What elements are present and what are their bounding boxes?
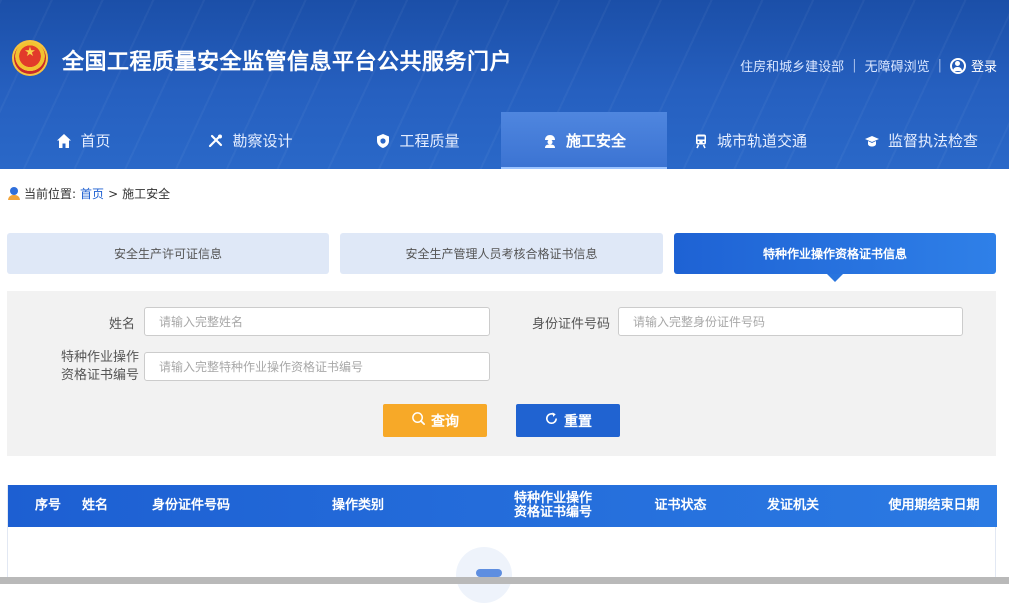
breadcrumb-home-link[interactable]: 首页 [80,185,104,202]
nav-item-construction-safety[interactable]: 施工安全 [501,112,667,169]
query-button[interactable]: 查询 [383,404,487,437]
reset-button-label: 重置 [564,413,592,430]
column-header-index: 序号 [34,498,61,513]
empty-data-illustration [446,545,516,603]
site-header: 全国工程质量安全监管信息平台公共服务门户 住房和城乡建设部 | 无障碍浏览 | … [0,0,1009,169]
certificate-label-line1: 特种作业操作 [60,350,139,365]
column-header-certificate-number: 特种作业操作 资格证书编号 [503,485,603,527]
location-person-icon [8,186,20,201]
link-separator: | [937,58,942,73]
certificate-tabs: 安全生产许可证信息 安全生产管理人员考核合格证书信息 特种作业操作资格证书信息 [7,233,996,282]
refresh-icon [544,411,559,430]
nav-item-label: 监督执法检查 [887,132,978,150]
ministry-link[interactable]: 住房和城乡建设部 [740,56,844,75]
tab-manager-certificate[interactable]: 安全生产管理人员考核合格证书信息 [340,233,663,274]
column-header-issuer: 发证机关 [766,498,819,513]
search-icon [411,411,426,430]
query-button-label: 查询 [431,413,459,430]
shield-icon [375,133,391,149]
tab-special-operation-certificate[interactable]: 特种作业操作资格证书信息 [674,233,996,282]
id-number-input[interactable] [618,307,963,336]
breadcrumb-current: 施工安全 [122,187,171,201]
nav-item-label: 施工安全 [565,132,626,150]
nav-item-rail-transit[interactable]: 城市轨道交通 [667,112,833,169]
id-number-label: 身份证件号码 [531,317,610,332]
nav-item-label: 工程质量 [399,132,460,150]
home-icon [56,133,72,149]
results-table: 序号 姓名 身份证件号码 操作类别 特种作业操作 资格证书编号 证书状态 发证机… [7,485,997,603]
breadcrumb-arrow: > [108,186,119,201]
nav-item-survey-design[interactable]: 勘察设计 [167,112,334,169]
worker-icon [542,133,558,149]
inspector-icon [864,133,880,149]
user-icon[interactable] [949,57,966,74]
column-header-id-number: 身份证件号码 [151,498,230,513]
search-form: 姓名 身份证件号码 特种作业操作 资格证书编号 查询 重置 [7,291,996,456]
main-nav: 首页 勘察设计 工程质量 施工安全 城市轨道交通 监督执法检查 [0,112,1009,169]
name-input[interactable] [144,307,490,336]
accessible-browse-link[interactable]: 无障碍浏览 [865,56,930,75]
nav-item-label: 勘察设计 [232,132,293,150]
column-header-status: 证书状态 [654,498,707,513]
breadcrumb: 当前位置: 首页 > 施工安全 [8,185,170,202]
column-header-operation-type: 操作类别 [331,498,384,513]
top-links: 住房和城乡建设部 | 无障碍浏览 | 登录 [740,56,997,75]
tools-icon [208,133,224,149]
certificate-column-line1: 特种作业操作 [513,491,592,506]
site-title[interactable]: 全国工程质量安全监管信息平台公共服务门户 [62,44,512,76]
name-label: 姓名 [108,317,135,332]
column-header-name: 姓名 [81,498,108,513]
column-header-expiry-date: 使用期结束日期 [888,498,980,513]
empty-illustration-bar [476,569,502,577]
certificate-number-label: 特种作业操作 资格证书编号 [47,349,139,385]
certificate-column-line2: 资格证书编号 [513,505,592,520]
window-bottom-edge [0,577,1009,584]
certificate-label-line2: 资格证书编号 [60,368,139,383]
nav-item-home[interactable]: 首页 [0,112,167,169]
nav-item-quality[interactable]: 工程质量 [334,112,501,169]
table-header: 序号 姓名 身份证件号码 操作类别 特种作业操作 资格证书编号 证书状态 发证机… [8,485,997,527]
nav-item-label: 城市轨道交通 [716,132,807,150]
nav-item-label: 首页 [80,132,111,150]
train-icon [693,133,709,149]
reset-button[interactable]: 重置 [516,404,620,437]
tab-safety-license[interactable]: 安全生产许可证信息 [7,233,329,274]
breadcrumb-prefix: 当前位置: [24,187,77,201]
nav-item-inspection[interactable]: 监督执法检查 [833,112,1009,169]
login-link[interactable]: 登录 [971,56,997,75]
link-separator: | [852,58,857,73]
national-emblem-icon [12,40,48,76]
certificate-number-input[interactable] [144,352,490,381]
